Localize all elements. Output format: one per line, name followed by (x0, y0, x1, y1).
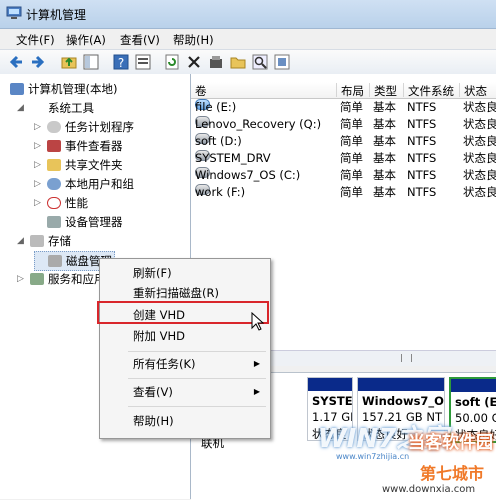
delete-icon[interactable] (185, 53, 203, 71)
storage-icon (30, 235, 44, 247)
expand-icon[interactable]: ▷ (34, 137, 41, 155)
shared-folder-icon (47, 159, 61, 171)
menu-separator (128, 351, 266, 352)
highlight-box (97, 301, 269, 324)
watermark-corner-url: www.downxia.com (382, 484, 476, 495)
window-title: 计算机管理 (26, 8, 87, 22)
tree-item-task-scheduler[interactable]: ▷ 任务计划程序 (34, 118, 134, 136)
up-folder-icon[interactable] (60, 53, 78, 71)
expand-icon[interactable]: ▷ (34, 194, 41, 212)
submenu-arrow-icon: ▶ (253, 387, 260, 396)
tree-item-event-viewer[interactable]: ▷ 事件查看器 (34, 137, 123, 155)
menu-item-refresh[interactable]: 刷新(F) (100, 263, 270, 283)
menu-item-view[interactable]: 查看(V) ▶ (100, 382, 270, 402)
search-icon[interactable] (251, 53, 269, 71)
partition-bar (451, 379, 496, 392)
tree-item-storage[interactable]: ◢ 存储 (17, 232, 71, 250)
partition-bar (358, 378, 444, 391)
mouse-cursor-icon (251, 312, 265, 331)
tree-item-performance[interactable]: ▷ 性能 (34, 194, 88, 212)
watermark-brand: 当客软件园 (408, 433, 493, 453)
clock-icon (47, 121, 61, 133)
splitter-grip[interactable] (401, 354, 412, 362)
table-row[interactable]: file (E:) 简单 基本 NTFS 状态良 (191, 99, 496, 116)
watermark-cn-text: 第七城市 (420, 464, 485, 483)
tree-item-shared-folders[interactable]: ▷ 共享文件夹 (34, 156, 123, 174)
svg-text:?: ? (118, 56, 124, 70)
tools-icon (30, 102, 44, 114)
disk-management-icon (48, 255, 62, 267)
performance-icon (47, 197, 61, 209)
table-row[interactable]: Windows7_OS (C:) 简单 基本 NTFS 状态良 (191, 167, 496, 184)
menu-help[interactable]: 帮助(H) (173, 32, 214, 48)
back-icon[interactable] (8, 53, 26, 71)
expand-icon[interactable]: ▷ (34, 118, 41, 136)
table-row[interactable]: work (F:) 简单 基本 NTFS 状态良 (191, 184, 496, 201)
submenu-arrow-icon: ▶ (253, 359, 260, 368)
column-header-status[interactable]: 状态 (459, 83, 496, 98)
menu-item-attach-vhd[interactable]: 附加 VHD (100, 326, 270, 346)
tree-item-system-tools[interactable]: ◢ 系统工具 (17, 99, 94, 117)
properties-icon[interactable] (134, 53, 152, 71)
tree-item-root[interactable]: 计算机管理(本地) (10, 80, 117, 98)
forward-icon[interactable] (28, 53, 46, 71)
expand-icon[interactable]: ▷ (34, 175, 41, 193)
refresh-icon[interactable] (163, 53, 181, 71)
menu-item-rescan-disks[interactable]: 重新扫描磁盘(R) (100, 283, 270, 303)
collapse-icon[interactable]: ◢ (17, 99, 24, 117)
expand-icon[interactable]: ▷ (17, 270, 24, 288)
menu-separator (128, 378, 266, 379)
collapse-icon[interactable]: ◢ (17, 232, 24, 250)
table-row[interactable]: Lenovo_Recovery (Q:) 简单 基本 NTFS 状态良 (191, 116, 496, 133)
event-viewer-icon (47, 140, 61, 152)
column-header-filesystem[interactable]: 文件系统 (403, 83, 459, 98)
column-header-layout[interactable]: 布局 (336, 83, 370, 98)
menu-file[interactable]: 文件(F) (16, 32, 55, 48)
computer-management-icon (6, 6, 22, 19)
expand-icon[interactable]: ▷ (34, 156, 41, 174)
tree-item-device-manager[interactable]: 设备管理器 (34, 213, 123, 231)
users-icon (47, 178, 61, 190)
menu-item-all-tasks[interactable]: 所有任务(K) ▶ (100, 354, 270, 374)
table-row[interactable]: soft (D:) 简单 基本 NTFS 状态良 (191, 133, 496, 150)
partition-bar (308, 378, 352, 391)
services-icon (30, 273, 44, 285)
column-header-volume[interactable]: 卷 (191, 83, 336, 98)
menu-item-help[interactable]: 帮助(H) (100, 411, 270, 431)
folder-icon[interactable] (229, 53, 247, 71)
context-menu: 刷新(F) 重新扫描磁盘(R) 创建 VHD 附加 VHD 所有任务(K) ▶ 查… (99, 258, 271, 439)
table-row[interactable]: SYSTEM_DRV 简单 基本 NTFS 状态良 (191, 150, 496, 167)
watermark-url: www.win7zhijia.cn (336, 452, 410, 461)
menu-action[interactable]: 操作(A) (66, 32, 106, 48)
open-icon[interactable] (207, 53, 225, 71)
menu-view[interactable]: 查看(V) (120, 32, 160, 48)
tree-item-local-users[interactable]: ▷ 本地用户和组 (34, 175, 134, 193)
volume-list-header: 卷 布局 类型 文件系统 状态 (191, 82, 496, 99)
show-hide-tree-icon[interactable] (82, 53, 100, 71)
column-header-type[interactable]: 类型 (369, 83, 404, 98)
help-icon[interactable]: ? (112, 53, 130, 71)
menu-bar: 文件(F) 操作(A) 查看(V) 帮助(H) (0, 29, 496, 49)
tree-item-services[interactable]: ▷ 服务和应用 (17, 270, 106, 288)
title-bar: 计算机管理 (0, 0, 496, 29)
menu-separator (128, 406, 266, 407)
computer-icon (10, 83, 24, 95)
device-manager-icon (47, 216, 61, 228)
toolbar: ? (0, 49, 496, 75)
settings-icon[interactable] (273, 53, 291, 71)
